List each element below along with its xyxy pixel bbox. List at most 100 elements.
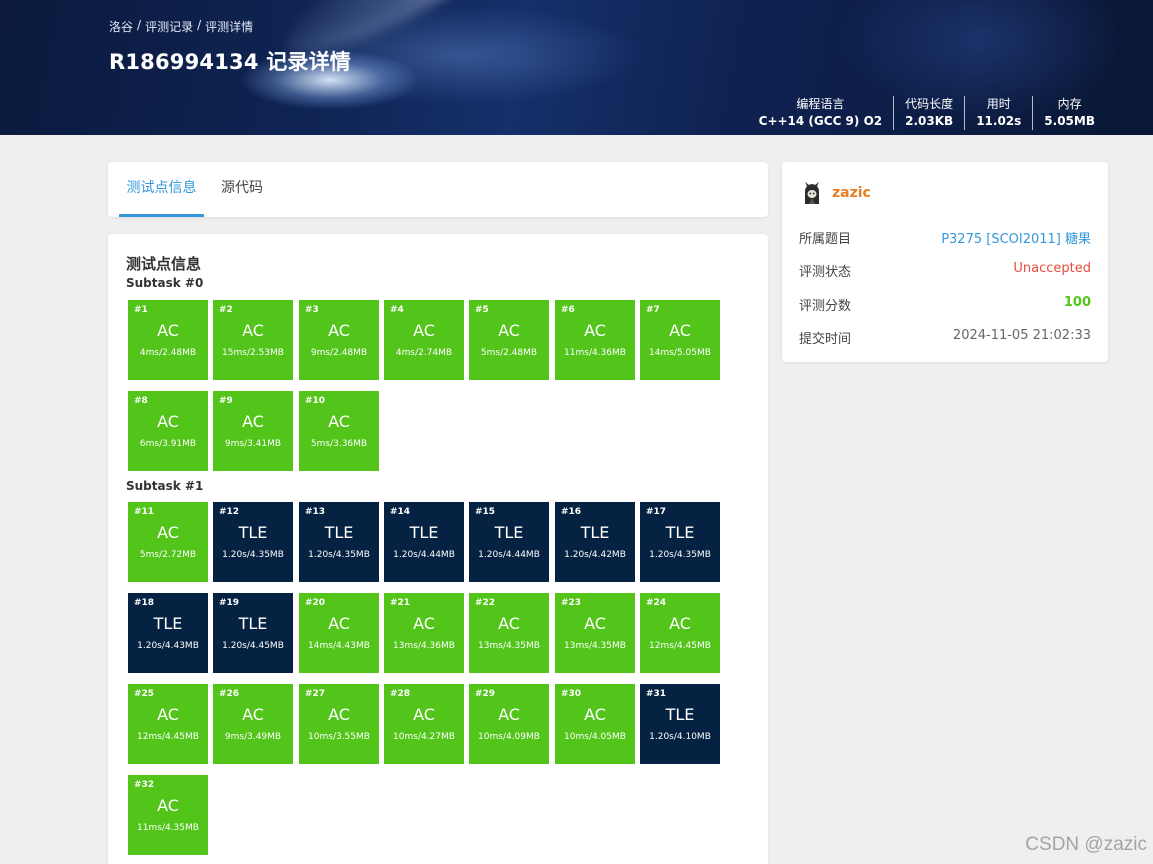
testcase-number: #21: [390, 598, 411, 608]
testcase-number: #30: [561, 689, 582, 699]
breadcrumb-separator: /: [137, 18, 142, 32]
submission-info-card: zazic 所属题目 P3275 [SCOI2011] 糖果 评测状态 Unac…: [782, 162, 1108, 362]
stat-memory: 内存 5.05MB: [1032, 96, 1106, 130]
username-link[interactable]: zazic: [832, 185, 871, 201]
testcase-tile[interactable]: #20 AC 14ms/4.43MB: [299, 593, 379, 673]
testcase-tile[interactable]: #19 TLE 1.20s/4.45MB: [213, 593, 293, 673]
testcase-tile[interactable]: #1 AC 4ms/2.48MB: [128, 300, 208, 380]
info-row-status: 评测状态 Unaccepted: [799, 261, 1091, 280]
testcase-tile[interactable]: #6 AC 11ms/4.36MB: [555, 300, 635, 380]
testcase-tile[interactable]: #26 AC 9ms/3.49MB: [213, 684, 293, 764]
testcase-status: TLE: [238, 523, 268, 542]
testcase-number: #31: [646, 689, 667, 699]
testcase-tile[interactable]: #30 AC 10ms/4.05MB: [555, 684, 635, 764]
testcase-tile[interactable]: #29 AC 10ms/4.09MB: [469, 684, 549, 764]
testcase-tile[interactable]: #21 AC 13ms/4.36MB: [384, 593, 464, 673]
testcase-usage: 6ms/3.91MB: [139, 439, 197, 449]
testcase-number: #14: [390, 507, 411, 517]
testcase-usage: 5ms/2.48MB: [480, 348, 538, 358]
testcase-status: TLE: [494, 523, 524, 542]
testcase-tile[interactable]: #22 AC 13ms/4.35MB: [469, 593, 549, 673]
testcase-number: #12: [219, 507, 240, 517]
status-value: Unaccepted: [1013, 261, 1091, 276]
testcase-tile[interactable]: #28 AC 10ms/4.27MB: [384, 684, 464, 764]
testcase-panel: 测试点信息 Subtask #0 Subtask #1 #1 AC 4ms/2.48…: [108, 234, 768, 864]
info-key: 评测状态: [799, 265, 852, 280]
testcase-usage: 4ms/2.74MB: [395, 348, 453, 358]
testcase-status: AC: [328, 412, 350, 431]
testcase-status: TLE: [153, 614, 183, 633]
tab-source-code[interactable]: 源代码: [221, 162, 263, 217]
testcase-status: AC: [157, 412, 179, 431]
testcase-number: #29: [475, 689, 496, 699]
testcase-tile[interactable]: #15 TLE 1.20s/4.44MB: [469, 502, 549, 582]
testcase-number: #20: [305, 598, 326, 608]
user-row: zazic: [800, 180, 871, 206]
stat-label: 用时: [986, 97, 1011, 111]
testcase-usage: 12ms/4.45MB: [137, 732, 199, 742]
testcase-usage: 9ms/3.49MB: [224, 732, 282, 742]
avatar-icon[interactable]: [800, 180, 824, 206]
testcase-usage: 10ms/4.05MB: [564, 732, 626, 742]
testcase-usage: 10ms/3.55MB: [308, 732, 370, 742]
testcase-number: #32: [134, 780, 155, 790]
testcase-status: AC: [498, 321, 520, 340]
testcase-number: #25: [134, 689, 155, 699]
testcase-tile[interactable]: #4 AC 4ms/2.74MB: [384, 300, 464, 380]
testcase-number: #26: [219, 689, 240, 699]
tab-testcase-info[interactable]: 测试点信息: [119, 162, 204, 217]
testcase-number: #3: [305, 305, 319, 315]
testcase-tile[interactable]: #9 AC 9ms/3.41MB: [213, 391, 293, 471]
testcase-status: AC: [498, 705, 520, 724]
testcase-tile[interactable]: #10 AC 5ms/3.36MB: [299, 391, 379, 471]
info-key: 所属题目: [799, 232, 852, 247]
stat-language: 编程语言 C++14 (GCC 9) O2: [748, 96, 893, 130]
subtask-title: Subtask #1: [126, 479, 204, 493]
testcase-tile[interactable]: #3 AC 9ms/2.48MB: [299, 300, 379, 380]
testcase-usage: 15ms/2.53MB: [222, 348, 284, 358]
testcase-tile[interactable]: #12 TLE 1.20s/4.35MB: [213, 502, 293, 582]
testcase-tile[interactable]: #14 TLE 1.20s/4.44MB: [384, 502, 464, 582]
testcase-number: #27: [305, 689, 326, 699]
testcase-usage: 14ms/4.43MB: [308, 641, 370, 651]
testcase-usage: 14ms/5.05MB: [649, 348, 711, 358]
testcase-tile[interactable]: #2 AC 15ms/2.53MB: [213, 300, 293, 380]
testcase-tile[interactable]: #25 AC 12ms/4.45MB: [128, 684, 208, 764]
testcase-tile[interactable]: #17 TLE 1.20s/4.35MB: [640, 502, 720, 582]
problem-link[interactable]: P3275 [SCOI2011] 糖果: [941, 228, 1091, 247]
breadcrumb-home-link[interactable]: 洛谷: [109, 18, 133, 35]
tabs-card: 测试点信息 源代码: [108, 162, 768, 217]
testcase-tile[interactable]: #7 AC 14ms/5.05MB: [640, 300, 720, 380]
testcase-tile[interactable]: #31 TLE 1.20s/4.10MB: [640, 684, 720, 764]
stat-value: 5.05MB: [1044, 114, 1095, 128]
testcase-tile[interactable]: #16 TLE 1.20s/4.42MB: [555, 502, 635, 582]
testcase-status: AC: [584, 321, 606, 340]
breadcrumb-records-link[interactable]: 评测记录: [145, 18, 193, 35]
testcase-tile[interactable]: #11 AC 5ms/2.72MB: [128, 502, 208, 582]
testcase-status: AC: [669, 614, 691, 633]
stat-value: C++14 (GCC 9) O2: [758, 114, 883, 128]
testcase-tile[interactable]: #32 AC 11ms/4.35MB: [128, 775, 208, 855]
testcase-tile[interactable]: #18 TLE 1.20s/4.43MB: [128, 593, 208, 673]
subtask-title: Subtask #0: [126, 276, 204, 290]
testcase-status: AC: [498, 614, 520, 633]
testcase-status: AC: [413, 614, 435, 633]
testcase-number: #2: [219, 305, 233, 315]
testcase-status: AC: [328, 321, 350, 340]
info-row-problem: 所属题目 P3275 [SCOI2011] 糖果: [799, 228, 1091, 247]
testcase-tile[interactable]: #5 AC 5ms/2.48MB: [469, 300, 549, 380]
testcase-number: #7: [646, 305, 660, 315]
testcase-number: #13: [305, 507, 326, 517]
testcase-number: #15: [475, 507, 496, 517]
testcase-usage: 1.20s/4.42MB: [564, 550, 626, 560]
testcase-tile[interactable]: #23 AC 13ms/4.35MB: [555, 593, 635, 673]
testcase-tile[interactable]: #24 AC 12ms/4.45MB: [640, 593, 720, 673]
header-banner: 洛谷 / 评测记录 / 评测详情 R186994134 记录详情 编程语言 C+…: [0, 0, 1153, 135]
testcase-tile[interactable]: #13 TLE 1.20s/4.35MB: [299, 502, 379, 582]
testcase-tile[interactable]: #8 AC 6ms/3.91MB: [128, 391, 208, 471]
testcase-status: TLE: [324, 523, 354, 542]
testcase-status: AC: [242, 321, 264, 340]
testcase-number: #1: [134, 305, 148, 315]
testcase-status: AC: [157, 321, 179, 340]
testcase-tile[interactable]: #27 AC 10ms/3.55MB: [299, 684, 379, 764]
